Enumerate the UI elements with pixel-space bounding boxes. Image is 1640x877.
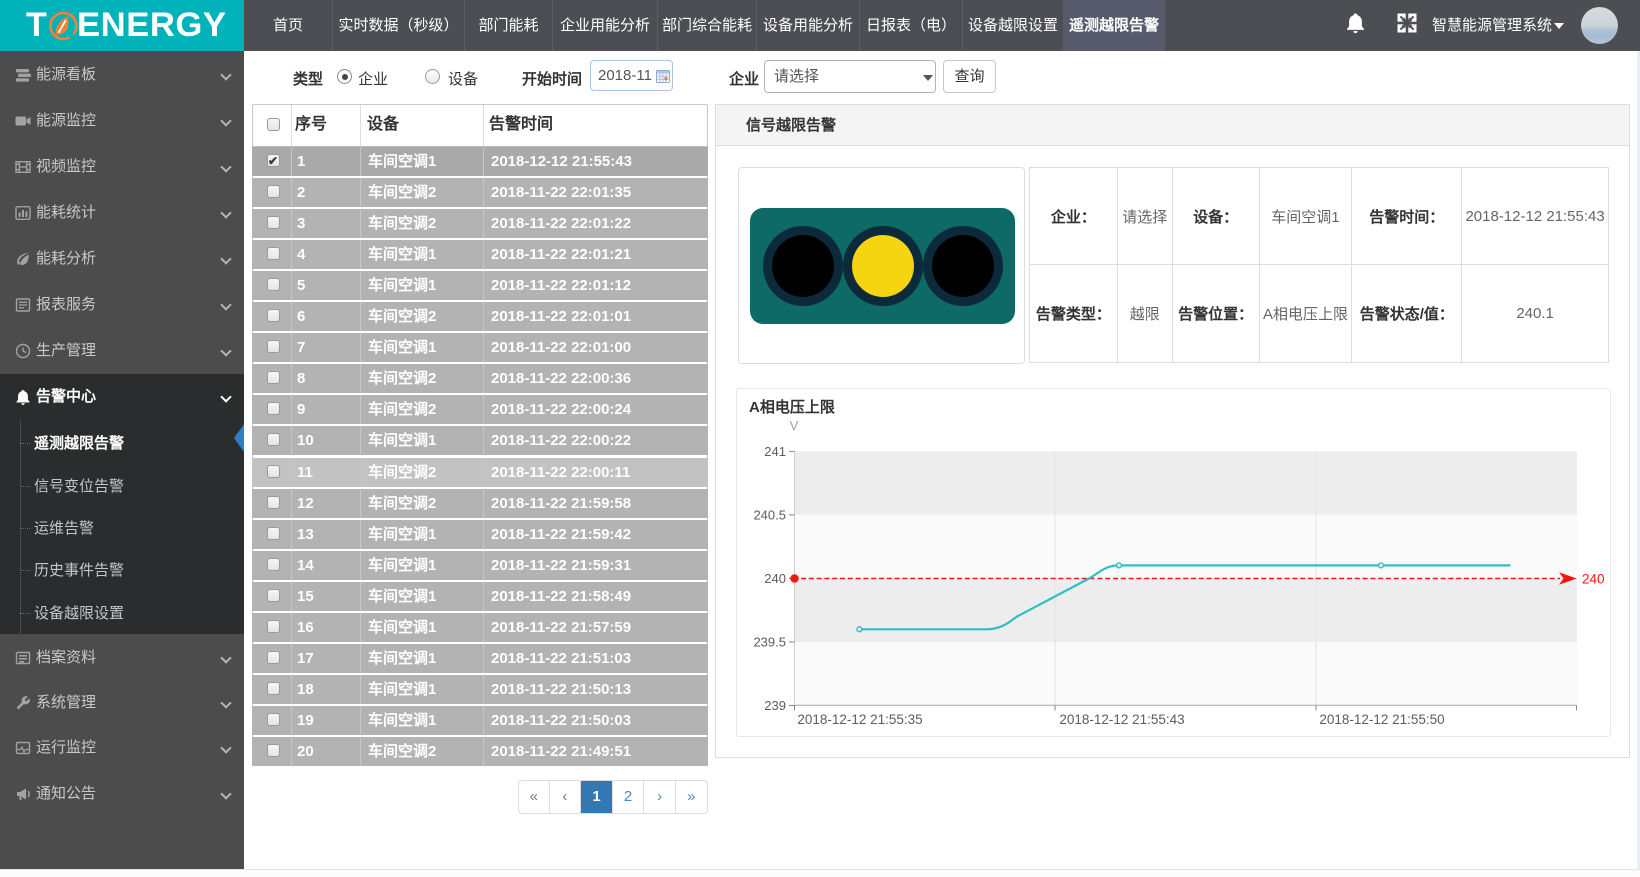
svg-text:2018-12-12 21:55:35: 2018-12-12 21:55:35 — [797, 712, 922, 727]
svg-text:240: 240 — [1582, 571, 1605, 586]
svg-text:239: 239 — [764, 698, 786, 713]
svg-text:240.5: 240.5 — [753, 507, 786, 522]
svg-text:V: V — [790, 418, 799, 433]
svg-text:240: 240 — [764, 571, 786, 586]
svg-text:241: 241 — [764, 444, 786, 459]
svg-text:2018-12-12 21:55:50: 2018-12-12 21:55:50 — [1319, 712, 1444, 727]
svg-text:2018-12-12 21:55:43: 2018-12-12 21:55:43 — [1059, 712, 1184, 727]
svg-text:239.5: 239.5 — [753, 635, 786, 650]
